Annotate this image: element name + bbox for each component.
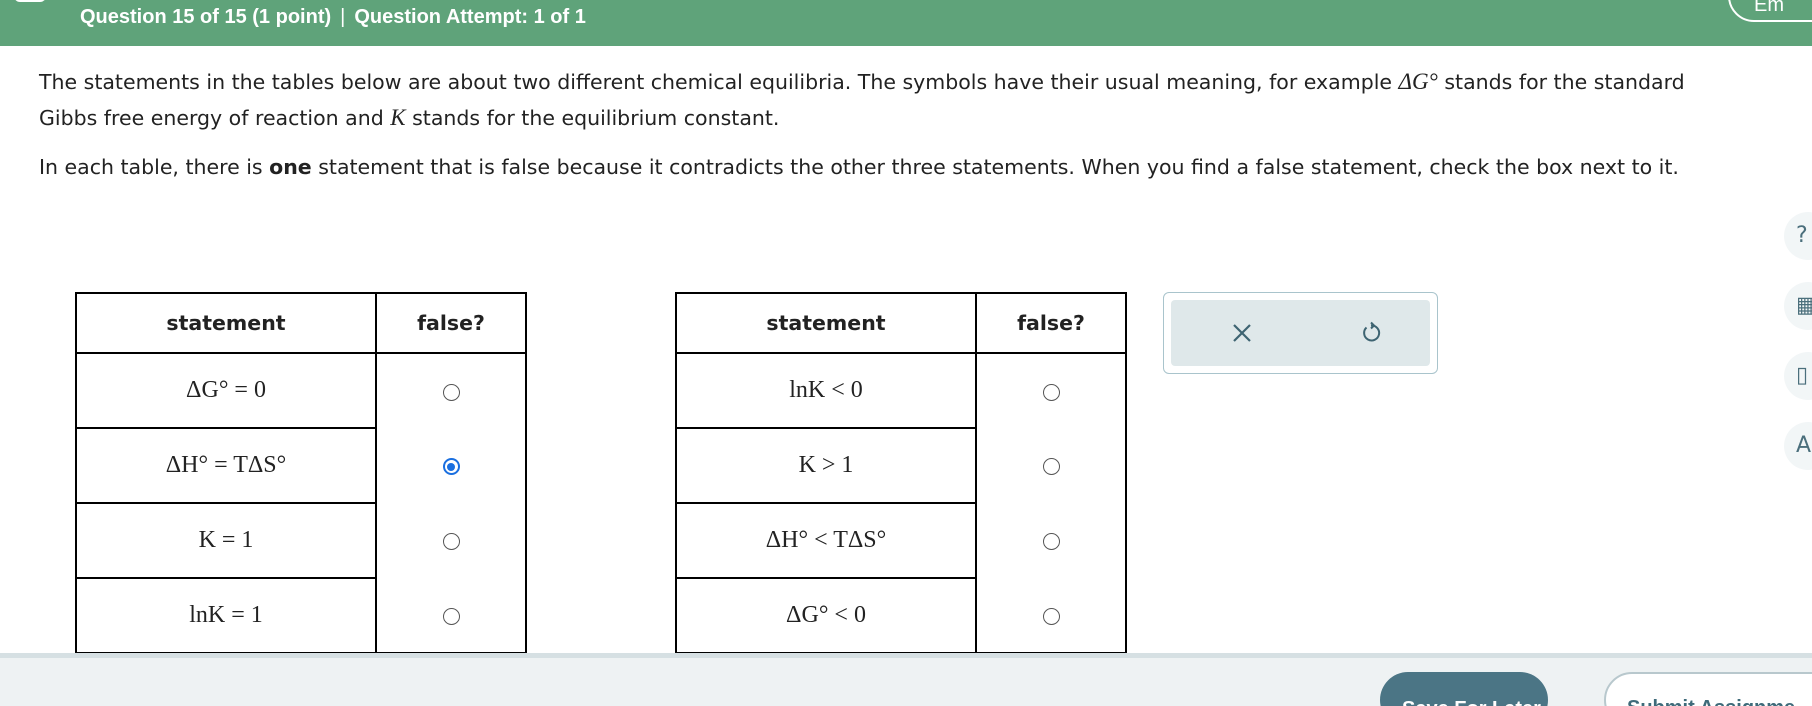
table-row: ΔH° = TΔS° [75, 427, 527, 504]
table-row: ΔH° < TΔS° [675, 502, 1127, 579]
table2-header-false: false? [975, 292, 1127, 354]
close-icon[interactable] [1225, 316, 1259, 350]
instruction-bold: one [269, 155, 312, 179]
table-row: K = 1 [75, 502, 527, 579]
answer-tools [1163, 292, 1438, 374]
instruction-text-2: statement that is false because it contr… [311, 155, 1679, 179]
statement-text: ΔG° < 0 [786, 602, 866, 628]
table-row: ΔG° = 0 [75, 352, 527, 429]
statement-table-2: statement false? lnK < 0 K > 1 ΔH° < TΔS… [675, 292, 1127, 654]
statement-text: K = 1 [198, 527, 254, 553]
false-radio[interactable] [442, 383, 460, 401]
header-bar: Question 15 of 15 (1 point) | Question Att… [0, 0, 1812, 46]
statement-text: lnK < 0 [789, 377, 863, 403]
intro-math-dg: ΔG° [1398, 69, 1438, 94]
statement-text: lnK = 1 [189, 602, 263, 628]
statement-text: ΔH° < TΔS° [765, 527, 887, 553]
question-number: Question 15 of 15 (1 point) [80, 6, 332, 28]
intro-paragraph: The statements in the tables below are a… [39, 64, 1739, 136]
statement-text: K > 1 [798, 452, 854, 478]
table1-header-statement: statement [75, 292, 377, 354]
attempt-info: Question Attempt: 1 of 1 [354, 6, 586, 28]
instruction-paragraph: In each table, there is one statement th… [39, 155, 1739, 180]
help-icon[interactable]: ? [1784, 212, 1812, 260]
false-radio[interactable] [1042, 533, 1060, 550]
calculator-icon[interactable]: ▦ [1784, 282, 1812, 330]
statement-table-1: statement false? ΔG° = 0 ΔH° = TΔS° K = … [75, 292, 527, 654]
statement-text: ΔG° = 0 [186, 377, 266, 403]
table-row: lnK < 0 [675, 352, 1127, 429]
table-row: lnK = 1 [75, 577, 527, 654]
false-radio[interactable] [1042, 607, 1060, 625]
header-separator: | [340, 6, 346, 28]
false-radio[interactable] [1042, 458, 1060, 475]
table2-header-statement: statement [675, 292, 977, 354]
intro-text-1: The statements in the tables below are a… [39, 70, 1399, 94]
save-for-later-button[interactable]: Save For Later [1380, 672, 1548, 706]
chart-icon[interactable]: ▯ [1784, 352, 1812, 400]
periodic-table-icon[interactable]: A [1784, 422, 1812, 470]
top-right-label: Em [1754, 0, 1784, 16]
instruction-text-1: In each table, there is [39, 155, 270, 179]
intro-text-3: stands for the equilibrium constant. [405, 106, 780, 130]
top-right-button[interactable]: Em [1728, 0, 1812, 22]
menu-icon[interactable] [14, 0, 46, 2]
false-radio[interactable] [442, 458, 460, 475]
intro-math-k: K [390, 105, 406, 130]
answer-tools-panel [1171, 300, 1430, 366]
question-info: Question 15 of 15 (1 point) | Question Att… [80, 6, 586, 29]
table-row: ΔG° < 0 [675, 577, 1127, 654]
table-row: K > 1 [675, 427, 1127, 504]
submit-assignment-button[interactable]: Submit Assignme [1604, 672, 1812, 706]
false-radio[interactable] [442, 533, 460, 550]
undo-icon[interactable] [1354, 316, 1388, 350]
statement-text: ΔH° = TΔS° [165, 452, 287, 478]
false-radio[interactable] [442, 607, 460, 625]
table1-header-false: false? [375, 292, 527, 354]
false-radio[interactable] [1042, 383, 1060, 401]
